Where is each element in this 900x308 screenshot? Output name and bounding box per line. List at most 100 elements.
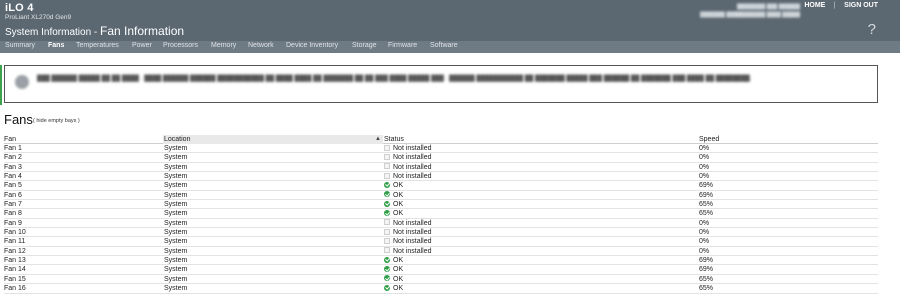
fan-speed: 0% — [699, 229, 710, 237]
subheader: System Information - Fan Information ? — [0, 21, 900, 41]
fan-name: Fan 10 — [4, 229, 26, 237]
fan-status-label: Not installed — [393, 145, 432, 152]
table-row: Fan 2 System Not installed 0% — [4, 153, 878, 163]
table-row: Fan 8 System OK 65% — [4, 209, 878, 219]
status-ok-icon — [384, 256, 390, 263]
table-row: Fan 4 System Not installed 0% — [4, 172, 878, 182]
info-icon — [15, 75, 29, 89]
fan-speed: 65% — [699, 285, 714, 293]
fan-status: Not installed — [384, 172, 432, 181]
fan-location: System — [164, 257, 188, 265]
fan-speed: 69% — [699, 266, 714, 274]
fan-location: System — [164, 247, 188, 255]
fan-location: System — [164, 285, 188, 293]
fan-status-label: OK — [393, 201, 404, 209]
status-ok-icon — [384, 265, 390, 272]
table-row: Fan 16 System OK 65% — [4, 284, 878, 294]
fan-name: Fan 9 — [4, 219, 22, 227]
header-fan[interactable]: Fan — [4, 135, 16, 144]
fan-status-label: Not installed — [393, 229, 432, 237]
help-icon[interactable]: ? — [868, 21, 876, 38]
fan-location: System — [164, 145, 188, 152]
status-not-installed-icon — [384, 228, 390, 235]
fan-status: Not installed — [384, 228, 432, 237]
fan-status: OK — [384, 275, 403, 284]
fan-status-label: Not installed — [393, 219, 432, 227]
tab-memory[interactable]: Memory — [211, 42, 236, 49]
status-not-installed-icon — [384, 172, 390, 179]
fan-speed: 0% — [699, 154, 710, 162]
fan-location: System — [164, 163, 188, 171]
brand: iLO 4 ProLiant XL270d Gen9 — [5, 2, 71, 21]
app-header: iLO 4 ProLiant XL270d Gen9 ████████ ███ … — [0, 0, 900, 41]
table-row: Fan 10 System Not installed 0% — [4, 228, 878, 238]
status-ok-icon — [384, 191, 390, 198]
top-links-separator: | — [833, 2, 836, 9]
tab-storage[interactable]: Storage — [352, 42, 377, 49]
fan-speed: 65% — [699, 210, 714, 218]
sign-out-link[interactable]: SIGN OUT — [844, 2, 878, 9]
fan-speed: 65% — [699, 201, 714, 209]
fans-table: Fan Location ▲ Status Speed Fan 1 System N… — [4, 135, 878, 294]
tab-fans[interactable]: Fans — [48, 42, 64, 49]
fan-name: Fan 12 — [4, 247, 26, 255]
section-title: Fans — [4, 112, 33, 127]
fan-status-label: Not installed — [393, 173, 432, 181]
fan-status: Not installed — [384, 153, 432, 162]
fan-status-label: OK — [393, 285, 404, 293]
fan-status-label: OK — [393, 257, 404, 265]
info-banner: ███ ██████ █████ ██ ██ ████ · ████ █████… — [4, 65, 878, 103]
fan-location: System — [164, 219, 188, 227]
hide-empty-bays-link[interactable]: ( hide empty bays ) — [33, 118, 80, 124]
fan-status-label: OK — [393, 275, 404, 283]
fan-status-label: Not installed — [393, 163, 432, 171]
fan-location: System — [164, 229, 188, 237]
tab-network[interactable]: Network — [248, 42, 274, 49]
fan-speed: 69% — [699, 257, 714, 265]
table-row: Fan 3 System Not installed 0% — [4, 163, 878, 173]
fan-name: Fan 7 — [4, 201, 22, 209]
page-title-prefix: System Information - — [5, 27, 101, 38]
status-marker — [0, 65, 2, 105]
fan-location: System — [164, 210, 188, 218]
sort-ascending-icon[interactable]: ▲ — [375, 136, 381, 142]
header-status[interactable]: Status — [384, 135, 404, 144]
fan-name: Fan 8 — [4, 210, 22, 218]
table-row: Fan 12 System Not installed 0% — [4, 247, 878, 257]
tab-firmware[interactable]: Firmware — [388, 42, 417, 49]
tab-processors[interactable]: Processors — [163, 42, 198, 49]
fan-status-label: OK — [393, 182, 404, 190]
tab-summary[interactable]: Summary — [5, 42, 35, 49]
fan-name: Fan 1 — [4, 145, 22, 152]
fan-name: Fan 2 — [4, 154, 22, 162]
tab-software[interactable]: Software — [430, 42, 458, 49]
fan-status: OK — [384, 265, 403, 274]
brand-title: iLO 4 — [5, 2, 34, 14]
status-not-installed-icon — [384, 153, 390, 160]
tab-power[interactable]: Power — [132, 42, 152, 49]
tab-bar: Summary Fans Temperatures Power Processors Me… — [0, 41, 900, 53]
user-session-info: ████████ ███ ██████ ███████ ███████████ … — [640, 3, 800, 19]
table-row: Fan 7 System OK 65% — [4, 200, 878, 210]
fan-name: Fan 6 — [4, 191, 22, 199]
fan-name: Fan 15 — [4, 275, 26, 283]
tab-device-inventory[interactable]: Device Inventory — [286, 42, 338, 49]
page-title-main: Fan Information — [100, 24, 185, 38]
table-header-row: Fan Location ▲ Status Speed — [4, 135, 878, 144]
top-links: HOME | SIGN OUT — [804, 2, 878, 9]
status-ok-icon — [384, 209, 390, 216]
fan-status: Not installed — [384, 163, 432, 172]
fan-name: Fan 14 — [4, 266, 26, 274]
fan-status: OK — [384, 284, 403, 293]
header-location[interactable]: Location — [164, 135, 190, 144]
page-title: System Information - Fan Information — [5, 24, 184, 38]
fan-location: System — [164, 238, 188, 246]
header-speed[interactable]: Speed — [699, 135, 719, 144]
tab-temperatures[interactable]: Temperatures — [76, 42, 119, 49]
fan-speed: 69% — [699, 191, 714, 199]
user-session-line-2: ███████ ███████████ ████ █████ — [700, 12, 800, 18]
fan-name: Fan 4 — [4, 173, 22, 181]
home-link[interactable]: HOME — [804, 2, 825, 9]
fan-status: OK — [384, 181, 403, 190]
table-row: Fan 5 System OK 69% — [4, 181, 878, 191]
